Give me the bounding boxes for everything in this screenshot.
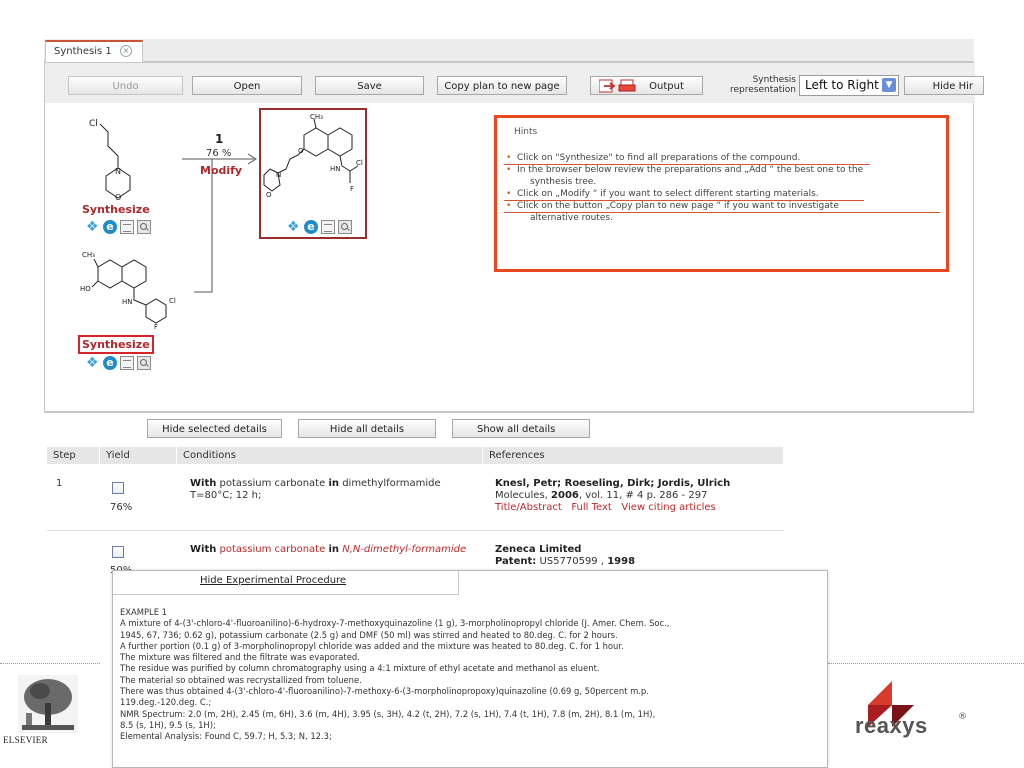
undo-button[interactable]: Undo	[68, 76, 183, 95]
registered-mark: ®	[958, 712, 967, 722]
output-label: Output	[649, 81, 684, 92]
icon-row-1: ❖ e	[86, 219, 151, 235]
explorer-icon[interactable]: e	[103, 356, 117, 370]
hint-item: alternative routes.	[530, 213, 613, 223]
document-icon[interactable]	[120, 220, 134, 234]
title-abstract-link[interactable]: Title/Abstract	[495, 502, 562, 513]
representation-value: Left to Right	[805, 78, 879, 92]
atom-label: HO	[80, 285, 91, 293]
hints-title: Hints	[514, 127, 538, 137]
structure-hydroxy-quinazoline: CH₃ HO HN Cl F	[80, 251, 176, 330]
structure-icon[interactable]: ❖	[86, 220, 100, 234]
synthesize-link-1[interactable]: Synthesize	[82, 203, 150, 216]
export-print-icon	[599, 79, 636, 93]
save-button[interactable]: Save	[315, 76, 424, 95]
atom-label: N	[115, 167, 121, 176]
elsevier-tree-logo	[18, 675, 78, 733]
view-citing-link[interactable]: View citing articles	[621, 502, 715, 513]
atom-label: Cl	[356, 159, 363, 167]
row-reference: Zeneca Limited Patent: US5770599 , 1998	[495, 544, 636, 567]
close-icon[interactable]: ×	[120, 45, 132, 57]
modify-link[interactable]: Modify	[200, 164, 242, 177]
header-step: Step	[47, 447, 99, 464]
atom-label: O	[298, 147, 304, 155]
hide-selected-details-button[interactable]: Hide selected details	[147, 419, 282, 438]
header-references: References	[483, 447, 783, 464]
document-icon[interactable]	[321, 220, 335, 234]
structure-icon[interactable]: ❖	[287, 220, 301, 234]
search-icon[interactable]	[338, 220, 352, 234]
footer-divider	[828, 663, 1024, 665]
atom-label: Cl	[89, 119, 98, 129]
tab-label: Synthesis 1	[54, 46, 112, 57]
header-conditions: Conditions	[177, 447, 482, 464]
hint-item: • Click on „Modify “ if you want to sele…	[506, 189, 819, 199]
row-conditions: With potassium carbonate in dimethylform…	[190, 478, 441, 501]
row-conditions: With potassium carbonate in N,N-dimethyl…	[190, 544, 467, 555]
structure-product: CH₃ O HN Cl F N O	[263, 113, 363, 199]
row-reference: Knesl, Petr; Roeseling, Dirk; Jordis, Ul…	[495, 478, 731, 513]
document-icon[interactable]	[120, 356, 134, 370]
explorer-icon[interactable]: e	[304, 220, 318, 234]
hint-item: • Click on "Synthesize" to find all prep…	[506, 153, 801, 163]
row-divider	[47, 530, 784, 531]
hint-divider	[504, 200, 864, 201]
atom-label: O	[266, 191, 272, 199]
synthesize-link-2[interactable]: Synthesize	[78, 335, 154, 354]
row-yield: 76%	[110, 502, 133, 513]
search-icon[interactable]	[137, 220, 151, 234]
header-yield: Yield	[100, 447, 176, 464]
atom-label: N	[276, 171, 281, 179]
structure-chloropropyl-morpholine: Cl N O	[89, 119, 131, 200]
elsevier-label: ELSEVIER	[3, 735, 48, 745]
row-checkbox[interactable]	[112, 482, 124, 494]
atom-label: CH₃	[310, 113, 323, 121]
hide-all-details-button[interactable]: Hide all details	[298, 419, 436, 438]
reaxys-wordmark: reaxys	[855, 713, 928, 738]
hide-hints-button[interactable]: Hide Hir	[904, 76, 984, 95]
copy-plan-button[interactable]: Copy plan to new page	[437, 76, 567, 95]
footer-divider	[0, 663, 100, 665]
row-checkbox[interactable]	[112, 546, 124, 558]
atom-label: F	[154, 323, 158, 330]
explorer-icon[interactable]: e	[103, 220, 117, 234]
atom-label: F	[350, 185, 354, 193]
representation-select[interactable]: Left to Right ▼	[799, 75, 899, 96]
icon-row-product: ❖ e	[287, 219, 352, 235]
icon-row-2: ❖ e	[86, 355, 151, 371]
atom-label: O	[115, 193, 121, 200]
step-yield: 76 %	[206, 148, 232, 159]
hint-item: • In the browser below review the prepar…	[506, 165, 864, 175]
hints-list: • Click on "Synthesize" to find all prep…	[506, 152, 926, 224]
hint-item: • Click on the button „Copy plan to new …	[506, 201, 839, 211]
search-icon[interactable]	[137, 356, 151, 370]
show-all-details-button[interactable]: Show all details	[452, 419, 590, 438]
open-button[interactable]: Open	[192, 76, 302, 95]
atom-label: Cl	[169, 297, 176, 305]
hint-divider	[504, 212, 940, 213]
atom-label: HN	[330, 165, 341, 173]
row-step: 1	[56, 478, 63, 489]
hint-item: synthesis tree.	[530, 177, 597, 187]
structure-icon[interactable]: ❖	[86, 356, 100, 370]
tab-bar	[44, 39, 974, 62]
full-text-link[interactable]: Full Text	[571, 502, 612, 513]
representation-label: Synthesis representation	[729, 75, 796, 95]
chevron-down-icon: ▼	[882, 78, 896, 92]
step-number: 1	[215, 132, 224, 146]
atom-label: CH₃	[82, 251, 95, 259]
panel-divider	[44, 412, 974, 413]
hide-experimental-procedure-link[interactable]: Hide Experimental Procedure	[200, 575, 346, 586]
hint-divider	[504, 164, 870, 165]
experimental-procedure-text: EXAMPLE 1 A mixture of 4-(3'-chloro-4'-f…	[120, 607, 670, 742]
atom-label: HN	[122, 298, 133, 306]
